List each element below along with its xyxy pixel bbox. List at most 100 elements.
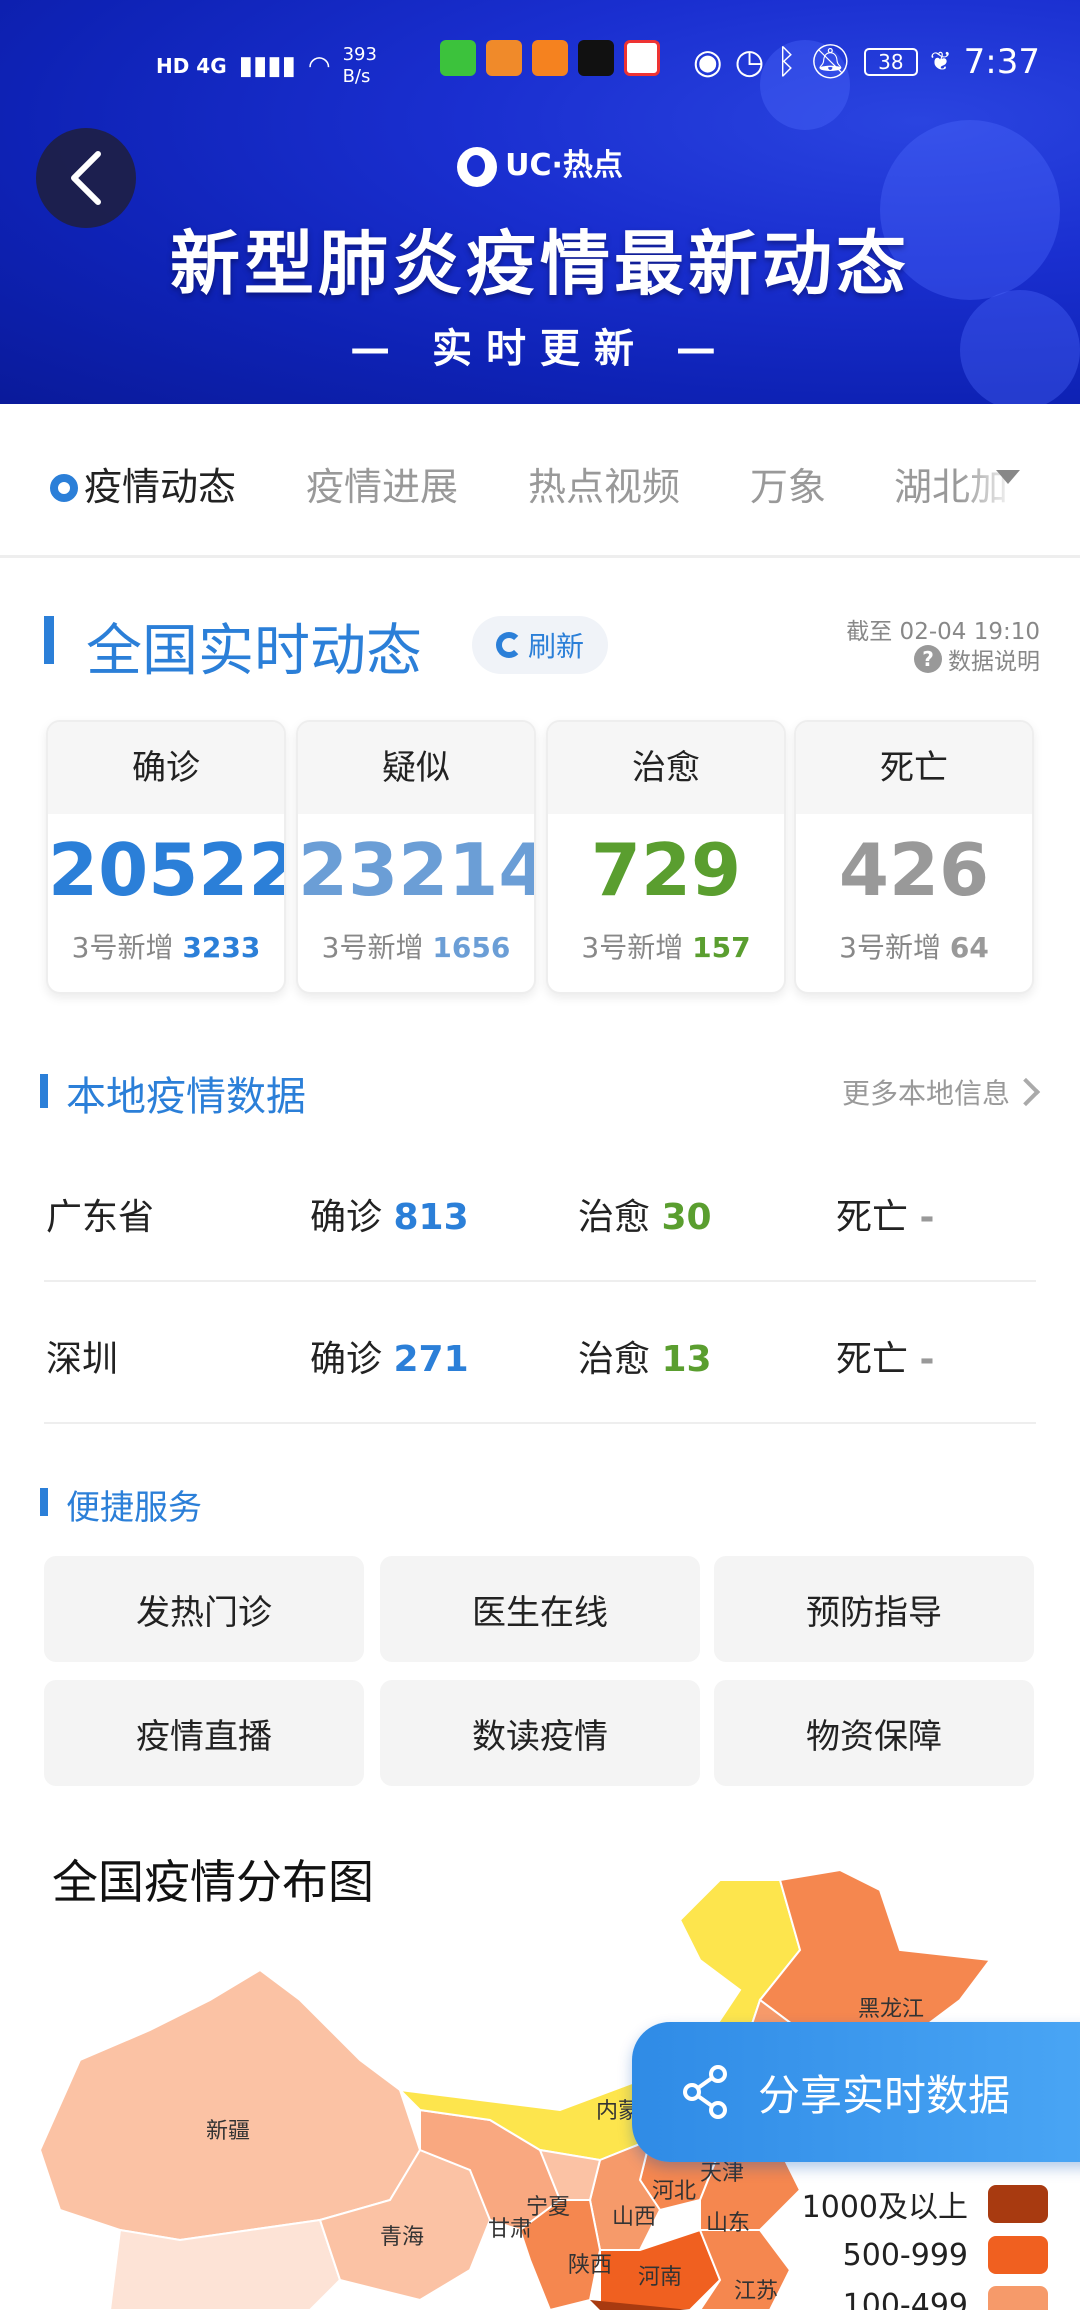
- tab-epidemic-news[interactable]: 疫情动态: [50, 456, 236, 511]
- data-reading-button[interactable]: 数读疫情: [380, 1680, 700, 1786]
- doctor-online-button[interactable]: 医生在线: [380, 1556, 700, 1662]
- share-data-button[interactable]: 分享实时数据: [632, 2022, 1080, 2162]
- refresh-label: 刷新: [527, 630, 584, 663]
- stat-card-confirmed[interactable]: 确诊 20522 3号新增 3233: [46, 720, 286, 994]
- question-icon: ?: [914, 645, 942, 673]
- net-speed: 393 B/s: [343, 44, 377, 88]
- stat-card-cured[interactable]: 治愈 729 3号新增 157: [546, 720, 786, 994]
- stat-increase-label: 3号新增: [839, 931, 941, 964]
- uc-hot-logo: UC·热点: [0, 140, 1080, 187]
- region-name: 广东省: [46, 1197, 155, 1238]
- tab-videos[interactable]: 热点视频: [528, 456, 680, 511]
- status-bar: HD 4G ▮▮▮▮ ◠ 393 B/s ◉ ◷ ᛒ 🔕︎ 38 ❦ 7:37: [0, 36, 1080, 88]
- page-title: 新型肺炎疫情最新动态: [170, 223, 910, 305]
- signal-icon: ▮▮▮▮: [238, 51, 296, 81]
- header-banner: HD 4G ▮▮▮▮ ◠ 393 B/s ◉ ◷ ᛒ 🔕︎ 38 ❦ 7:37: [0, 0, 1080, 404]
- chevron-right-icon[interactable]: [1011, 1077, 1041, 1107]
- death-number: -: [919, 1197, 935, 1238]
- legend-swatch: [988, 2236, 1048, 2274]
- stat-increase: 3号新增 3233: [48, 926, 284, 966]
- page-subtitle: — 实时更新 —: [350, 326, 730, 372]
- map-label-shandong: 山东: [706, 2211, 750, 2236]
- section-marker: [40, 1074, 48, 1108]
- more-local-link[interactable]: 更多本地信息: [842, 1072, 1010, 1112]
- stat-card-suspected[interactable]: 疑似 23214 3号新增 1656: [296, 720, 536, 994]
- uc-squirrel-icon: [457, 146, 498, 187]
- stat-card-deaths[interactable]: 死亡 426 3号新增 64: [794, 720, 1034, 994]
- section-marker: [40, 1488, 48, 1516]
- local-row-shenzhen[interactable]: 深圳 确诊 271 治愈 13 死亡 -: [44, 1284, 1036, 1424]
- map-label-shanxi: 山西: [612, 2205, 656, 2230]
- stat-increase-value: 64: [949, 931, 989, 964]
- supplies-button[interactable]: 物资保障: [714, 1680, 1034, 1786]
- caret-down-icon[interactable]: [996, 470, 1020, 484]
- live-broadcast-button[interactable]: 疫情直播: [44, 1680, 364, 1786]
- uc-icon: [486, 40, 522, 76]
- map-label-xinjiang: 新疆: [206, 2119, 250, 2144]
- tab-bar: 疫情动态 疫情进展 热点视频 万象 湖北加: [0, 404, 1080, 558]
- prevention-guide-button[interactable]: 预防指导: [714, 1556, 1034, 1662]
- stat-increase-value: 157: [692, 931, 751, 964]
- stat-increase-value: 3233: [182, 931, 261, 964]
- map-label-shaanxi: 陕西: [568, 2253, 612, 2278]
- eye-icon: ◉: [692, 42, 723, 82]
- confirm-label: 确诊: [310, 1339, 383, 1380]
- tab-progress[interactable]: 疫情进展: [306, 456, 458, 511]
- confirm-label: 确诊: [310, 1197, 383, 1238]
- as-of-time: 截至 02-04 19:10: [846, 619, 1040, 645]
- cure-value: 治愈 13: [578, 1330, 712, 1382]
- refresh-button[interactable]: 刷新: [472, 616, 608, 674]
- region-tibet: [108, 2218, 342, 2310]
- map-label-jiangsu: 江苏: [734, 2279, 778, 2304]
- section-marker: [44, 616, 54, 664]
- legend-swatch: [988, 2185, 1048, 2223]
- status-right: ◉ ◷ ᛒ 🔕︎ 38 ❦ 7:37: [693, 42, 1040, 82]
- cure-value: 治愈 30: [578, 1188, 712, 1240]
- map-label-henan: 河南: [638, 2265, 682, 2290]
- map-label-ningxia: 宁夏: [526, 2195, 570, 2220]
- data-explanation-link[interactable]: ? 数据说明: [914, 642, 1040, 676]
- death-value: 死亡 -: [836, 1188, 934, 1240]
- cure-label: 治愈: [578, 1197, 651, 1238]
- refresh-icon: [495, 632, 522, 658]
- death-value: 死亡 -: [836, 1330, 934, 1382]
- legend-item: 1000及以上: [802, 2182, 1048, 2226]
- tiktok-icon: [578, 40, 614, 76]
- services-title: 便捷服务: [66, 1488, 202, 1528]
- app-icon: [532, 40, 568, 76]
- stat-increase-label: 3号新增: [581, 931, 684, 964]
- stat-value: 23214: [298, 828, 536, 912]
- cure-number: 30: [661, 1197, 712, 1238]
- legend-swatch: [988, 2286, 1048, 2310]
- map-label-qinghai: 青海: [380, 2225, 424, 2250]
- explain-label: 数据说明: [948, 649, 1040, 675]
- death-label: 死亡: [836, 1197, 909, 1238]
- local-title: 本地疫情数据: [66, 1074, 306, 1120]
- stat-value: 729: [590, 828, 742, 912]
- region-xinjiang: [38, 1968, 422, 2242]
- stat-value: 426: [838, 828, 990, 912]
- death-number: -: [919, 1339, 935, 1380]
- legend-label: 100-499: [842, 2287, 968, 2310]
- stat-label: 死亡: [796, 722, 1032, 814]
- net-speed-unit: B/s: [342, 66, 371, 87]
- stat-label: 治愈: [548, 722, 784, 814]
- active-dot-icon: [50, 474, 78, 502]
- stat-increase: 3号新增 1656: [298, 926, 534, 966]
- local-row-guangdong[interactable]: 广东省 确诊 813 治愈 30 死亡 -: [44, 1142, 1036, 1282]
- fever-clinic-button[interactable]: 发热门诊: [44, 1556, 364, 1662]
- net-speed-value: 393: [342, 44, 377, 65]
- iqiyi-icon: [440, 40, 476, 76]
- death-label: 死亡: [836, 1339, 909, 1380]
- map-label-heilongjiang: 黑龙江: [858, 1997, 924, 2022]
- legend-item: 100-499: [843, 2286, 1048, 2310]
- legend-label: 500-999: [842, 2237, 968, 2273]
- national-title: 全国实时动态: [86, 619, 422, 684]
- stat-increase: 3号新增 157: [548, 926, 784, 966]
- confirm-number: 271: [393, 1339, 469, 1380]
- cure-number: 13: [661, 1339, 712, 1380]
- alarm-icon: ◷: [734, 42, 765, 82]
- map-label-tianjin: 天津: [700, 2161, 744, 2186]
- mute-icon: 🔕︎: [808, 42, 852, 82]
- tab-wanxiang[interactable]: 万象: [750, 456, 826, 511]
